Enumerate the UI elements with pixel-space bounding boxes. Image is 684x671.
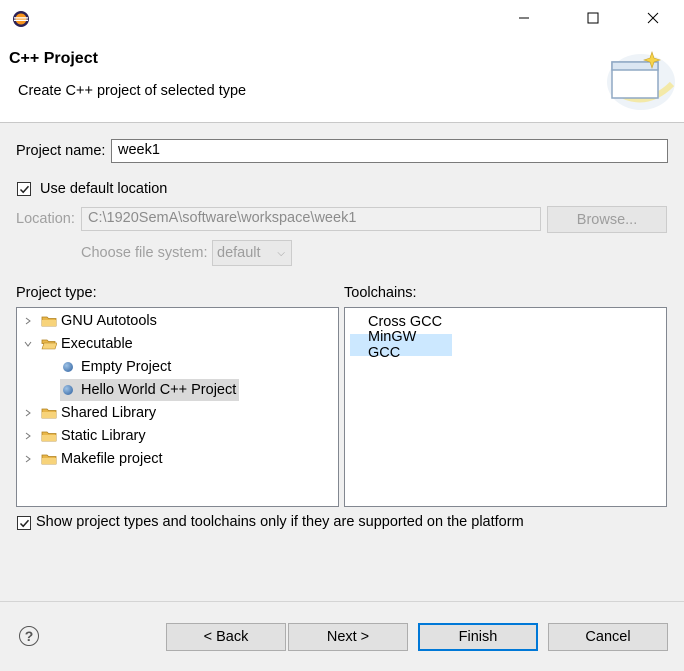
maximize-button[interactable] <box>570 0 616 36</box>
browse-button[interactable]: Browse... <box>547 206 667 233</box>
minimize-button[interactable] <box>501 0 547 36</box>
supported-only-label: Show project types and toolchains only i… <box>36 514 524 530</box>
checkmark-icon <box>19 519 29 527</box>
project-type-tree[interactable]: GNU Autotools Executable Empty Project H… <box>16 307 339 507</box>
new-project-wizard-icon <box>607 51 675 110</box>
location-label: Location: <box>16 211 75 227</box>
finish-button[interactable]: Finish <box>418 623 538 651</box>
toolchain-item-label: MinGW GCC <box>368 329 417 361</box>
chevron-right-icon[interactable] <box>21 406 35 420</box>
folder-icon <box>41 454 57 465</box>
project-name-label: Project name: <box>16 143 106 159</box>
toolchains-list[interactable]: Cross GCC MinGW GCC <box>344 307 667 507</box>
use-default-location-label: Use default location <box>40 181 168 197</box>
page-title: C++ Project <box>9 50 98 67</box>
page-subtitle: Create C++ project of selected type <box>18 83 247 99</box>
tree-item-hello-world-cpp-project[interactable]: Hello World C++ Project <box>60 379 240 401</box>
chevron-right-icon[interactable] <box>21 429 35 443</box>
tree-item-label: Static Library <box>61 428 146 444</box>
location-input[interactable]: C:\1920SemA\software\workspace\week1 <box>81 207 541 231</box>
folder-open-icon <box>41 339 57 350</box>
checkmark-icon <box>19 185 29 193</box>
project-name-input[interactable]: week1 <box>111 139 668 163</box>
minimize-icon <box>519 17 529 19</box>
tree-item-shared-library[interactable]: Shared Library <box>21 402 156 424</box>
tree-item-label: Executable <box>61 336 133 352</box>
toolchain-item-label: Cross GCC <box>368 314 443 330</box>
wizard-header: C++ Project Create C++ project of select… <box>0 36 684 123</box>
back-button[interactable]: < Back <box>166 623 286 651</box>
toolchains-label: Toolchains: <box>344 285 417 301</box>
chevron-right-icon[interactable] <box>21 314 35 328</box>
help-icon[interactable]: ? <box>19 626 39 646</box>
tree-item-makefile-project[interactable]: Makefile project <box>21 448 163 470</box>
chevron-down-icon: ⌵ <box>277 247 285 259</box>
title-bar <box>0 0 684 36</box>
close-icon <box>647 12 659 24</box>
tree-item-label: Hello World C++ Project <box>81 382 237 398</box>
tree-item-executable[interactable]: Executable <box>21 333 133 355</box>
cancel-button[interactable]: Cancel <box>548 623 668 651</box>
file-system-value: default <box>217 245 261 261</box>
use-default-location-checkbox[interactable] <box>17 182 31 196</box>
tree-item-label: Makefile project <box>61 451 163 467</box>
chevron-right-icon[interactable] <box>21 452 35 466</box>
tree-item-empty-project[interactable]: Empty Project <box>63 356 177 378</box>
tree-item-label: Empty Project <box>81 359 172 375</box>
close-button[interactable] <box>630 0 676 36</box>
folder-icon <box>41 431 57 442</box>
folder-icon <box>41 408 57 419</box>
maximize-icon <box>587 12 599 24</box>
file-system-label: Choose file system: <box>81 245 208 261</box>
project-type-label: Project type: <box>16 285 97 301</box>
tree-item-label: Shared Library <box>61 405 157 421</box>
toolchain-item-mingw-gcc[interactable]: MinGW GCC <box>350 329 452 361</box>
chevron-down-icon[interactable] <box>21 337 35 351</box>
supported-only-checkbox[interactable] <box>17 516 31 530</box>
footer-divider <box>0 601 684 602</box>
file-system-select[interactable]: default ⌵ <box>212 240 292 266</box>
folder-icon <box>41 316 57 327</box>
tree-item-gnu-autotools[interactable]: GNU Autotools <box>21 310 157 332</box>
tree-item-static-library[interactable]: Static Library <box>21 425 146 447</box>
project-template-icon <box>63 385 73 395</box>
next-button[interactable]: Next > <box>288 623 408 651</box>
eclipse-icon <box>13 11 29 27</box>
tree-item-label: GNU Autotools <box>61 313 157 329</box>
project-template-icon <box>63 362 73 372</box>
